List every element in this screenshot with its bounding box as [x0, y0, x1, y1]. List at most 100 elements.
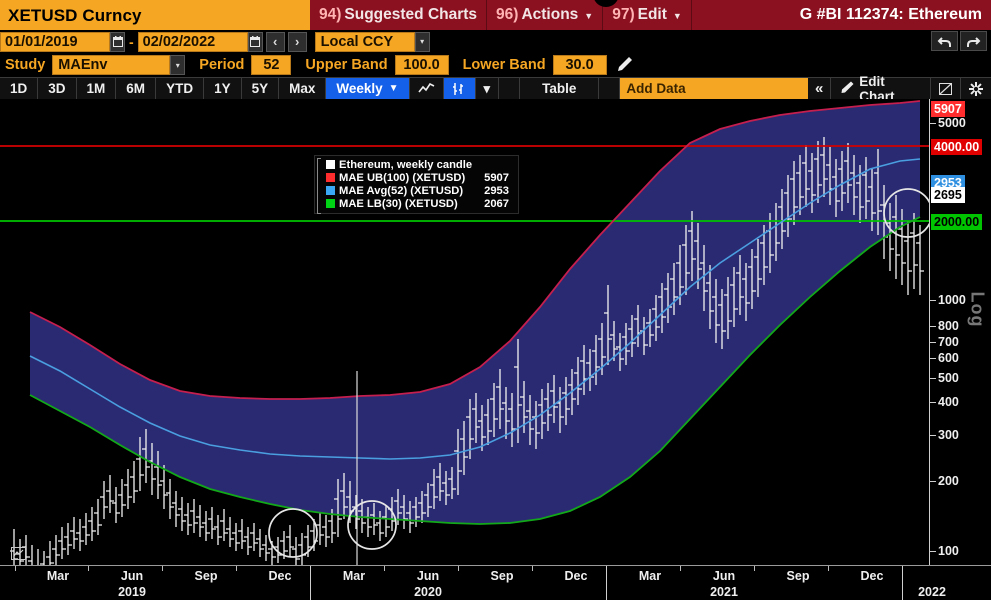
actions-number: 96): [496, 6, 518, 24]
chevron-down-icon: ▼: [389, 83, 399, 94]
annotate-icon[interactable]: [931, 78, 961, 99]
date-axis[interactable]: Mar Jun 2019 Sep Dec Mar Jun 2020 Sep De…: [0, 565, 991, 600]
study-label: Study: [0, 57, 52, 73]
bar-chart-icon[interactable]: [444, 78, 476, 99]
ytick-200: 200: [938, 474, 959, 488]
calendar-icon[interactable]: [248, 32, 263, 52]
lower-band-label: Lower Band: [449, 57, 553, 73]
currency-selector[interactable]: Local CCY ▾: [315, 32, 430, 52]
legend-row-avg: MAE Avg(52) (XETUSD) 2953: [318, 184, 514, 197]
edit-number: 97): [612, 6, 634, 24]
pencil-icon: [841, 81, 854, 96]
chevron-down-icon: ▾: [415, 32, 430, 52]
history-controls: [931, 31, 987, 51]
edit-pencil-icon[interactable]: [617, 56, 633, 75]
period-button-1y[interactable]: 1Y: [204, 78, 242, 99]
collapse-panel-button[interactable]: «: [808, 78, 831, 99]
suggested-charts-number: 94): [319, 6, 341, 24]
lower-band-input[interactable]: 30.0: [553, 55, 607, 75]
legend-title-row: Ethereum, weekly candle: [318, 158, 514, 171]
chevron-down-icon[interactable]: ▾: [170, 55, 185, 75]
upper-band-input[interactable]: 100.0: [395, 55, 449, 75]
xtick-sep-2020: Sep: [491, 569, 514, 583]
settings-gear-icon[interactable]: [961, 78, 991, 99]
ytick-5000: 5000: [938, 116, 966, 130]
study-select-value[interactable]: MAEnv: [52, 55, 170, 75]
legend-swatch-price: [326, 160, 335, 169]
redo-button[interactable]: [960, 31, 987, 51]
xtick-dec-2019: Dec: [269, 569, 292, 583]
period-button-5y[interactable]: 5Y: [242, 78, 280, 99]
ytick-1000: 1000: [938, 293, 966, 307]
date-range-bar: 01/01/2019 - 02/02/2022 ‹ › Local CCY ▾: [0, 30, 991, 53]
chart-toolbar: 1D 3D 1M 6M YTD 1Y 5Y Max Weekly ▼ ▾ Tab…: [0, 77, 991, 99]
edit-menu-button[interactable]: 97) Edit ▼: [603, 0, 692, 30]
edit-chart-button[interactable]: Edit Chart: [831, 78, 931, 99]
xtick-jun-2020: Jun: [417, 569, 439, 583]
undo-button[interactable]: [931, 31, 958, 51]
upper-band-label: Upper Band: [291, 57, 394, 73]
prev-period-button[interactable]: ‹: [266, 32, 285, 52]
period-button-3d[interactable]: 3D: [38, 78, 76, 99]
legend-value-lower: 2067: [484, 198, 509, 210]
xtick-mar-2019: Mar: [47, 569, 69, 583]
period-button-6m[interactable]: 6M: [116, 78, 156, 99]
plot-area[interactable]: Ethereum, weekly candle MAE UB(100) (XET…: [0, 99, 929, 565]
legend-value-upper: 5907: [484, 172, 509, 184]
period-button-1m[interactable]: 1M: [77, 78, 117, 99]
period-label: Period: [185, 57, 251, 73]
next-period-button[interactable]: ›: [288, 32, 307, 52]
ytick-700: 700: [938, 335, 959, 349]
start-date-input[interactable]: 01/01/2019: [0, 32, 110, 52]
chart-container[interactable]: Ethereum, weekly candle MAE UB(100) (XET…: [0, 99, 991, 600]
period-button-ytd[interactable]: YTD: [156, 78, 204, 99]
ytick-400: 400: [938, 395, 959, 409]
ytick-600: 600: [938, 351, 959, 365]
calendar-icon[interactable]: [110, 32, 125, 52]
xyear-2020: 2020: [414, 585, 442, 599]
legend-label-upper: MAE UB(100) (XETUSD): [339, 172, 465, 184]
legend-row-upper: MAE UB(100) (XETUSD) 5907: [318, 171, 514, 184]
frequency-label: Weekly: [336, 81, 382, 96]
study-parameter-bar: Study MAEnv ▾ Period 52 Upper Band 100.0…: [0, 53, 991, 77]
xtick-jun-2021: Jun: [713, 569, 735, 583]
security-title: G #BI 112374: Ethereum: [692, 0, 991, 30]
xtick-sep-2019: Sep: [195, 569, 218, 583]
currency-value: Local CCY: [315, 32, 415, 52]
price-badge-2000: 2000.00: [931, 214, 982, 230]
xtick-dec-2021: Dec: [861, 569, 884, 583]
add-data-input[interactable]: Add Data: [620, 78, 808, 99]
suggested-charts-button[interactable]: 94) Suggested Charts: [310, 0, 487, 30]
chevron-down-icon: ▼: [584, 11, 593, 21]
frequency-selector[interactable]: Weekly ▼: [326, 78, 409, 99]
legend-title: Ethereum, weekly candle: [339, 159, 472, 171]
ticker-field[interactable]: XETUSD Curncy: [0, 0, 310, 30]
chart-type-more-button[interactable]: ▾: [476, 78, 500, 99]
chart-legend: Ethereum, weekly candle MAE UB(100) (XET…: [314, 155, 519, 214]
mini-chart-icon[interactable]: [11, 547, 26, 560]
y-axis-scale-label: Log: [967, 292, 988, 328]
period-button-max[interactable]: Max: [279, 78, 326, 99]
period-button-1d[interactable]: 1D: [0, 78, 38, 99]
ytick-800: 800: [938, 319, 959, 333]
end-date-input[interactable]: 02/02/2022: [138, 32, 248, 52]
price-axis[interactable]: 5907 5000 4000.00 2953 2695 2000.00 1000…: [929, 99, 991, 565]
legend-label-avg: MAE Avg(52) (XETUSD): [339, 185, 463, 197]
title-bar: XETUSD Curncy 94) Suggested Charts 96) A…: [0, 0, 991, 30]
actions-menu-button[interactable]: 96) Actions ▼: [487, 0, 603, 30]
xtick-sep-2021: Sep: [787, 569, 810, 583]
xtick-jun-2019: Jun: [121, 569, 143, 583]
bloomberg-chart-window: XETUSD Curncy 94) Suggested Charts 96) A…: [0, 0, 991, 600]
xtick-dec-2020: Dec: [565, 569, 588, 583]
xtick-mar-2020: Mar: [343, 569, 365, 583]
ytick-100: 100: [938, 544, 959, 558]
legend-value-avg: 2953: [484, 185, 509, 197]
date-range-dash: -: [125, 34, 138, 50]
period-input[interactable]: 52: [251, 55, 291, 75]
xyear-2021: 2021: [710, 585, 738, 599]
xyear-2022: 2022: [918, 585, 946, 599]
actions-label: Actions: [521, 6, 578, 24]
table-button[interactable]: Table: [520, 78, 599, 99]
chevron-down-icon: ▼: [673, 11, 682, 21]
line-chart-icon[interactable]: [410, 78, 444, 99]
